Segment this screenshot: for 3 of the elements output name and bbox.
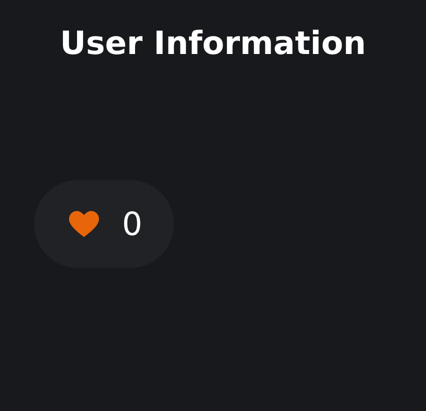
page-title: User Information [59, 23, 367, 64]
heart-icon [68, 210, 100, 238]
like-button[interactable]: 0 [34, 180, 174, 268]
